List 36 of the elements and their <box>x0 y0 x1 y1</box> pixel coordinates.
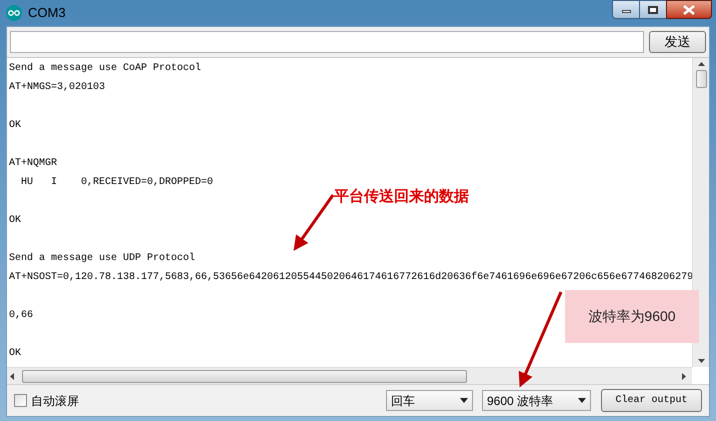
maximize-button[interactable] <box>640 0 666 19</box>
close-button[interactable] <box>666 0 712 19</box>
annotation-label: 平台传送回来的数据 <box>334 187 469 207</box>
autoscroll-label: 自动滚屏 <box>31 392 79 410</box>
output-line: OK <box>9 347 22 361</box>
baud-rate-dropdown[interactable]: 9600 波特率 <box>482 390 591 411</box>
output-line: OK <box>9 214 22 228</box>
output-line: AT+NQMGR <box>9 157 58 171</box>
vertical-scrollbar[interactable] <box>692 58 709 367</box>
dropdown-arrow-icon <box>460 398 468 403</box>
horizontal-scrollbar[interactable] <box>7 367 692 384</box>
scroll-right-icon[interactable] <box>682 372 686 380</box>
output-line: HU I 0,RECEIVED=0,DROPPED=0 <box>20 176 214 190</box>
close-icon <box>683 4 695 14</box>
output-line: AT+NSOST=0,120.78.138.177,5683,66,53656e6420612055445020646174616772616d20636f6e7461696e696e67206c656e677468206279 <box>9 270 692 285</box>
output-line: Send a message use UDP Protocol <box>9 252 196 266</box>
line-ending-dropdown[interactable]: 回车 <box>386 390 473 411</box>
window-title: COM3 <box>28 4 66 22</box>
clear-output-button[interactable]: Clear output <box>601 389 702 412</box>
scroll-up-icon[interactable] <box>698 62 704 66</box>
annotation-callout: 波特率为9600 <box>565 290 699 343</box>
scroll-thumb[interactable] <box>696 70 706 88</box>
autoscroll-checkbox[interactable] <box>14 394 27 407</box>
send-button[interactable]: 发送 <box>649 31 706 53</box>
minimize-button[interactable] <box>612 0 640 19</box>
scroll-down-icon[interactable] <box>698 359 704 363</box>
dropdown-arrow-icon <box>578 398 586 403</box>
output-line: OK <box>9 119 22 133</box>
annotation-arrow <box>294 194 334 251</box>
output-line: AT+NMGS=3,020103 <box>9 81 106 95</box>
output-line: 0,66 <box>9 309 34 323</box>
output-line: Send a message use CoAP Protocol <box>9 62 202 76</box>
scroll-left-icon[interactable] <box>10 372 14 380</box>
message-input-field[interactable] <box>10 31 644 53</box>
scroll-thumb[interactable] <box>22 370 467 382</box>
app-logo-icon <box>6 5 22 21</box>
